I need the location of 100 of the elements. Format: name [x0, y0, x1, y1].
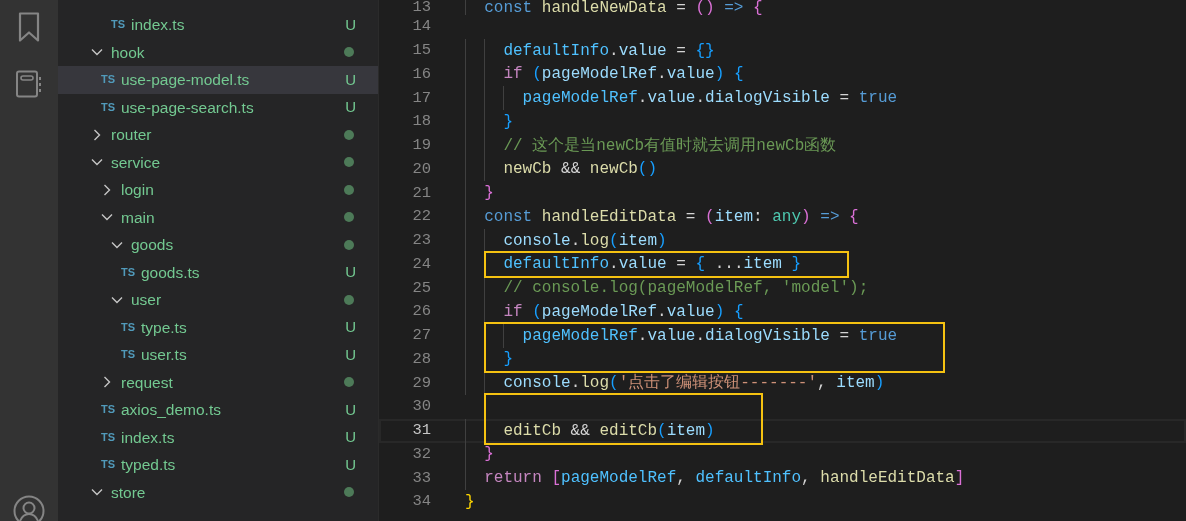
code-line: // console.log(pageModelRef, 'model');	[465, 276, 869, 300]
file-name: index.ts	[131, 15, 185, 36]
file-type-icon: TS	[121, 349, 136, 361]
file-row[interactable]: TS index.ts U	[58, 423, 378, 451]
file-type-icon: TS	[121, 321, 136, 333]
code-line: }	[465, 442, 494, 467]
file-row[interactable]: TS axios_demo.ts U	[58, 396, 378, 424]
account-icon[interactable]	[13, 495, 45, 521]
chevron-right-icon	[91, 128, 103, 141]
change-dot-icon	[344, 377, 354, 388]
change-dot-icon	[344, 184, 354, 195]
git-status: U	[345, 262, 356, 282]
line-number: 24	[411, 253, 432, 275]
line-number: 27	[411, 325, 432, 346]
file-row[interactable]: TS typed.ts U	[58, 451, 378, 479]
line-number: 18	[411, 111, 432, 133]
line-number: 29	[411, 372, 432, 394]
file-name: user.ts	[141, 345, 187, 366]
change-dot-icon	[344, 212, 354, 223]
file-row[interactable]: TS goods.ts U	[58, 258, 378, 286]
folder-row[interactable]: hook	[58, 38, 378, 66]
folder-row[interactable]: request	[58, 368, 378, 396]
folder-row[interactable]: goods	[58, 231, 378, 259]
file-name: index.ts	[121, 427, 175, 448]
code-line: defaultInfo.value = {}	[465, 38, 715, 63]
line-number: 20	[411, 158, 432, 180]
line-number: 28	[411, 348, 432, 370]
code-line: }	[465, 491, 475, 513]
folder-name: login	[121, 180, 154, 201]
git-status: U	[345, 454, 356, 475]
file-name: typed.ts	[121, 455, 176, 476]
file-row[interactable]: TS use-page-search.ts U	[58, 93, 378, 121]
file-type-icon: TS	[121, 266, 136, 278]
code-line: const handleNewData = () => {	[465, 0, 763, 15]
code-line: return [pageModelRef, defaultInfo, handleEditData]	[465, 466, 965, 490]
file-name: goods.ts	[141, 262, 200, 283]
line-number: 21	[411, 182, 432, 204]
line-number: 34	[411, 491, 432, 513]
code-line: console.log('点击了编辑按钮-------', item)	[465, 371, 885, 395]
chevron-right-icon	[101, 183, 113, 196]
change-dot-icon	[344, 294, 354, 305]
line-number: 15	[411, 40, 432, 61]
folder-name: main	[121, 207, 155, 228]
git-status: U	[345, 427, 356, 447]
file-name: use-page-search.ts	[121, 97, 254, 118]
line-number: 16	[411, 63, 432, 85]
folder-name: hook	[111, 42, 145, 63]
file-row[interactable]: TS index.ts U	[58, 11, 378, 39]
folder-name: router	[111, 125, 152, 146]
code-line: }	[465, 110, 513, 134]
change-dot-icon	[344, 157, 354, 168]
git-status: U	[345, 14, 356, 35]
line-number: 26	[411, 301, 432, 323]
file-type-icon: TS	[111, 19, 126, 31]
code-line: if (pageModelRef.value) {	[465, 62, 744, 87]
code-line: // 这个是当newCb有值时就去调用newCb函数	[465, 133, 837, 158]
code-line: const handleEditData = (item: any) => {	[465, 205, 859, 229]
line-number: 14	[411, 16, 432, 38]
folder-name: goods	[131, 235, 174, 256]
code-line: newCb && newCb()	[465, 157, 658, 182]
file-row[interactable]: TS type.ts U	[58, 313, 378, 341]
file-type-icon: TS	[101, 459, 116, 471]
file-name: axios_demo.ts	[121, 400, 221, 421]
git-status: U	[345, 344, 356, 365]
line-number: 13	[411, 0, 432, 15]
code-line: pageModelRef.value.dialogVisible = true	[465, 323, 898, 348]
change-dot-icon	[344, 239, 354, 250]
folder-row[interactable]: router	[58, 121, 378, 149]
file-type-icon: TS	[101, 101, 116, 113]
line-number: 17	[411, 87, 432, 109]
folder-row[interactable]: service	[58, 148, 378, 176]
folder-row[interactable]: main	[58, 203, 378, 231]
code-line: if (pageModelRef.value) {	[465, 300, 744, 324]
line-number: 33	[411, 467, 432, 489]
folder-row[interactable]: store	[58, 478, 378, 506]
change-dot-icon	[344, 129, 354, 140]
code-line: editCb && editCb(item)	[465, 418, 715, 443]
notebook-icon[interactable]	[15, 70, 43, 98]
folder-name: user	[131, 290, 162, 311]
folder-row[interactable]: user	[58, 286, 378, 314]
line-number: 25	[411, 277, 432, 299]
line-number: 23	[411, 230, 432, 251]
file-row[interactable]: TS user.ts U	[58, 341, 378, 369]
code-line: }	[465, 347, 513, 372]
line-number: 22	[411, 206, 432, 228]
file-row[interactable]: TS use-page-model.ts U	[58, 66, 378, 94]
line-number: 32	[411, 443, 432, 465]
folder-name: store	[111, 482, 146, 503]
folder-row[interactable]: login	[58, 176, 378, 204]
code-line: pageModelRef.value.dialogVisible = true	[465, 86, 898, 110]
folder-name: request	[121, 372, 173, 393]
line-number: 31	[411, 420, 432, 441]
code-line: defaultInfo.value = { ...item }	[465, 252, 802, 277]
bookmark-icon[interactable]	[18, 12, 40, 42]
change-dot-icon	[344, 487, 354, 498]
file-name: use-page-model.ts	[121, 70, 250, 91]
file-type-icon: TS	[101, 404, 116, 416]
file-type-icon: TS	[101, 431, 116, 443]
code-line: console.log(item)	[465, 228, 667, 253]
folder-name: service	[111, 152, 161, 173]
